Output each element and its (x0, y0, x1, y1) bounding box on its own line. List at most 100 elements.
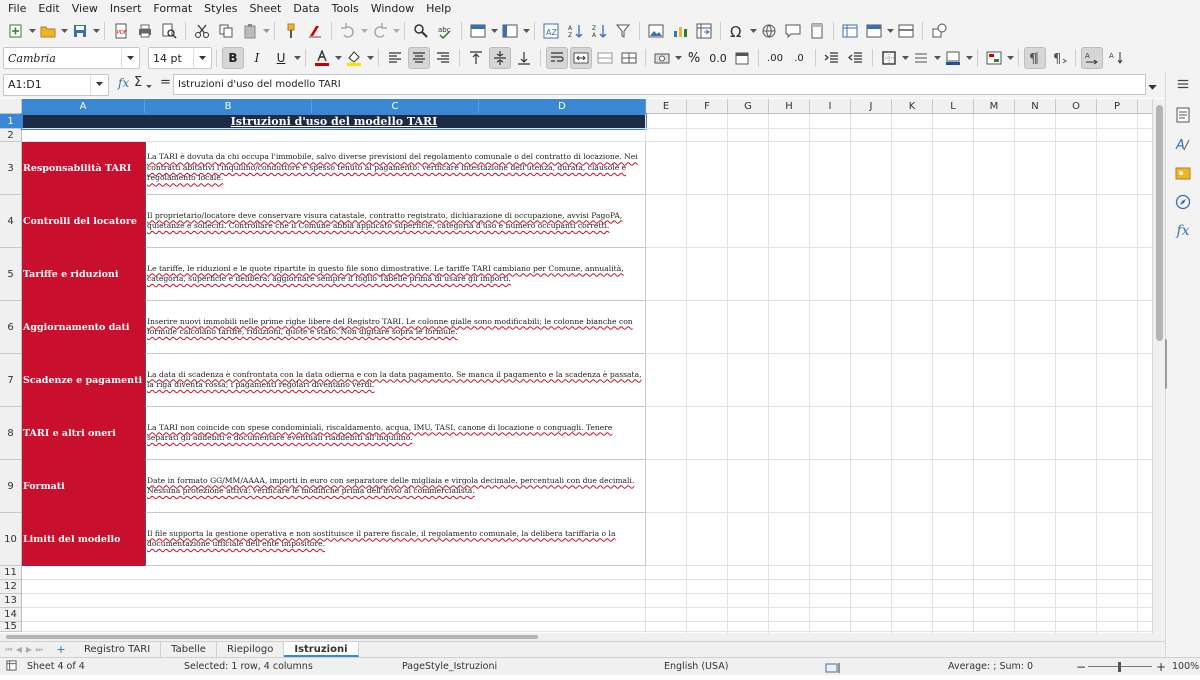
align-top-icon[interactable] (465, 47, 487, 69)
find-replace-icon[interactable] (410, 20, 432, 42)
gallery-icon[interactable] (1174, 164, 1192, 182)
align-right-icon[interactable] (432, 47, 454, 69)
clone-formatting-icon[interactable] (280, 20, 302, 42)
menu-item-view[interactable]: View (66, 0, 104, 17)
save-icon[interactable] (69, 20, 91, 42)
row-header-8[interactable]: 8 (0, 407, 22, 460)
freeze-rows-icon[interactable] (863, 20, 885, 42)
background-color-dropdown-icon[interactable] (366, 47, 374, 69)
column-header-p[interactable]: P (1097, 99, 1138, 114)
horizontal-scroll-thumb[interactable] (6, 635, 538, 639)
menu-item-help[interactable]: Help (420, 0, 457, 17)
column-header-i[interactable]: I (810, 99, 851, 114)
sort-ascending-icon[interactable]: AZ (564, 20, 586, 42)
properties-icon[interactable] (1174, 106, 1192, 124)
print-preview-icon[interactable] (158, 20, 180, 42)
section-label[interactable]: Responsabilità TARI (22, 142, 145, 195)
column-header-b[interactable]: B (145, 99, 312, 114)
vertical-scrollbar[interactable] (1152, 99, 1165, 633)
column-header-m[interactable]: M (974, 99, 1015, 114)
row-header-12[interactable]: 12 (0, 580, 22, 594)
cut-icon[interactable] (191, 20, 213, 42)
sheet-tab-riepilogo[interactable]: Riepilogo (217, 642, 285, 657)
bold-button[interactable]: B (222, 47, 244, 69)
center-vertically-icon[interactable] (489, 47, 511, 69)
section-text-cell[interactable]: Inserire nuovi immobili nelle prime righ… (145, 301, 646, 354)
clear-formatting-icon[interactable] (304, 20, 326, 42)
row-header-5[interactable]: 5 (0, 248, 22, 301)
column-header-f[interactable]: F (687, 99, 728, 114)
save-dropdown-icon[interactable] (92, 20, 100, 42)
formula-icon[interactable]: = (160, 75, 171, 90)
font-name-combo[interactable]: Cambria (3, 47, 140, 69)
undo-dropdown-icon[interactable] (360, 20, 368, 42)
font-color-dropdown-icon[interactable] (334, 47, 342, 69)
align-bottom-icon[interactable] (513, 47, 535, 69)
first-sheet-icon[interactable]: ⏮ (4, 644, 14, 656)
menu-item-window[interactable]: Window (365, 0, 420, 17)
row-header-1[interactable]: 1 (0, 114, 22, 129)
row-header-7[interactable]: 7 (0, 354, 22, 407)
border-color-icon[interactable] (942, 47, 964, 69)
add-sheet-icon[interactable]: + (56, 643, 66, 656)
column-header-l[interactable]: L (933, 99, 974, 114)
page-style-status[interactable]: PageStyle_Istruzioni (402, 658, 497, 676)
row-header-4[interactable]: 4 (0, 195, 22, 248)
font-size-combo[interactable]: 14 pt (148, 47, 212, 69)
special-character-dropdown-icon[interactable] (749, 20, 757, 42)
insert-image-icon[interactable] (645, 20, 667, 42)
redo-dropdown-icon[interactable] (392, 20, 400, 42)
date-format-icon[interactable] (731, 47, 753, 69)
row-header-6[interactable]: 6 (0, 301, 22, 354)
section-label[interactable]: Controlli del locatore (22, 195, 145, 248)
section-label[interactable]: Tariffe e riduzioni (22, 248, 145, 301)
column-header-k[interactable]: K (892, 99, 933, 114)
print-icon[interactable] (134, 20, 156, 42)
column-header-n[interactable]: N (1015, 99, 1056, 114)
sort-descending-icon[interactable]: ZA (588, 20, 610, 42)
rtl-direction-icon[interactable]: ¶ (1048, 47, 1070, 69)
number-format-icon[interactable]: 0.0 (707, 47, 729, 69)
column-header-j[interactable]: J (851, 99, 892, 114)
borders-dropdown-icon[interactable] (901, 47, 909, 69)
section-label[interactable]: Aggiornamento dati (22, 301, 145, 354)
column-header-h[interactable]: H (769, 99, 810, 114)
insert-chart-icon[interactable] (669, 20, 691, 42)
add-decimal-icon[interactable]: .00 (764, 47, 786, 69)
hamburger-menu-icon[interactable] (1174, 75, 1192, 93)
column-header-c[interactable]: C (312, 99, 479, 114)
headers-footers-icon[interactable] (806, 20, 828, 42)
row-header-13[interactable]: 13 (0, 594, 22, 608)
redo-icon[interactable] (369, 20, 391, 42)
currency-format-icon[interactable] (651, 47, 673, 69)
wrap-text-icon[interactable] (546, 47, 568, 69)
border-color-dropdown-icon[interactable] (965, 47, 973, 69)
menu-item-tools[interactable]: Tools (326, 0, 365, 17)
cell-area[interactable]: Istruzioni d'uso del modello TARI Respon… (21, 113, 1152, 633)
sum-status[interactable]: Average: ; Sum: 0 (948, 658, 1033, 676)
row-icon[interactable] (467, 20, 489, 42)
menu-item-styles[interactable]: Styles (198, 0, 243, 17)
merge-cells-icon[interactable] (594, 47, 616, 69)
new-dropdown-icon[interactable] (28, 20, 36, 42)
styles-icon[interactable]: A (1174, 135, 1192, 153)
section-text-cell[interactable]: Il file supporta la gestione operativa e… (145, 513, 646, 566)
section-text-cell[interactable]: Date in formato GG/MM/AAAA, importi in e… (145, 460, 646, 513)
sheet-tab-tabelle[interactable]: Tabelle (161, 642, 217, 657)
selection-mode-icon[interactable] (825, 662, 843, 680)
chevron-down-icon[interactable] (121, 48, 139, 68)
formula-input[interactable]: Istruzioni d'uso del modello TARI (173, 74, 1146, 95)
language-status[interactable]: English (USA) (664, 658, 728, 676)
zoom-out-button[interactable]: − (1076, 658, 1086, 676)
section-text-cell[interactable]: Le tariffe, le riduzioni e le quote ripa… (145, 248, 646, 301)
section-text-cell[interactable]: Il proprietario/locatore deve conservare… (145, 195, 646, 248)
draw-shapes-icon[interactable] (928, 20, 950, 42)
functions-icon[interactable]: fx (1174, 222, 1192, 240)
row-header-3[interactable]: 3 (0, 142, 22, 195)
column-dropdown-icon[interactable] (522, 20, 530, 42)
autofilter-icon[interactable] (612, 20, 634, 42)
pivot-table-icon[interactable] (693, 20, 715, 42)
column-header-g[interactable]: G (728, 99, 769, 114)
section-text-cell[interactable]: La data di scadenza è confrontata con la… (145, 354, 646, 407)
font-color-icon[interactable] (311, 47, 333, 69)
